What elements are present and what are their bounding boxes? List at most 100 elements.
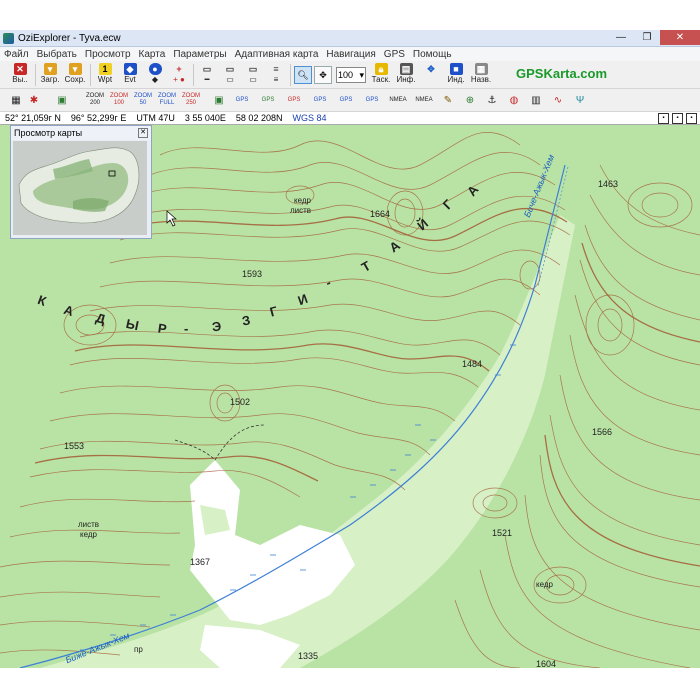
save-icon: ▾ — [68, 63, 82, 75]
show-icon-1: ▭ — [202, 64, 212, 74]
pan-tool-button[interactable]: ✥ — [314, 66, 332, 84]
menu-gps[interactable]: GPS — [380, 49, 409, 60]
save-button[interactable]: ▾ Сохр. — [63, 63, 87, 87]
zoom-level-select[interactable]: 100 ▾ — [336, 67, 366, 83]
gps-button-5[interactable]: GPS — [334, 92, 358, 108]
info-button[interactable]: ▤ Инф. — [394, 63, 418, 87]
indicator-button[interactable]: ■ Инд. — [444, 63, 468, 87]
status-icons: ▪ ▪ ▪ — [658, 112, 700, 124]
close-icon[interactable]: ✕ — [138, 128, 148, 138]
show-button-1[interactable]: ▭ ━ — [196, 63, 218, 87]
elevation-label: 1566 — [592, 427, 613, 437]
map-overview-panel[interactable]: Просмотр карты ✕ — [10, 125, 152, 239]
toolbar-separator — [90, 64, 91, 86]
forest-label: кедр — [294, 196, 311, 205]
gps-button-4[interactable]: GPS — [308, 92, 332, 108]
waypoint-icon: 1 — [98, 63, 112, 75]
gps-button-3[interactable]: GPS — [282, 92, 306, 108]
close-button[interactable]: ✕ — [660, 30, 700, 45]
show-icon-3: ▭ — [248, 64, 258, 74]
gps-device-button[interactable]: ▣ — [210, 92, 228, 108]
save-icon[interactable]: ▪ — [658, 112, 669, 124]
screen-icon[interactable]: ▪ — [686, 112, 697, 124]
track-tools-button[interactable]: + + ● — [168, 63, 190, 87]
antenna-button[interactable]: Ψ — [570, 92, 590, 108]
elevation-label: 1553 — [64, 441, 85, 451]
menu-file[interactable]: Файл — [0, 49, 33, 60]
map-view[interactable]: К А Д Ы Р - Э З Г И - Т А Й Г А 1463 166… — [0, 125, 700, 668]
arrows-icon: ✥ — [427, 64, 435, 74]
route-icon: ● — [148, 63, 162, 75]
range-name-letter: Р — [156, 320, 168, 337]
maximize-button[interactable]: ❐ — [634, 30, 660, 45]
compass-button[interactable]: ✱ — [26, 92, 42, 108]
menu-map[interactable]: Карта — [135, 49, 170, 60]
minimize-button[interactable]: — — [608, 30, 634, 45]
gps-button-6[interactable]: GPS — [360, 92, 384, 108]
event-icon: ◆ — [123, 63, 137, 75]
elevation-label: 1463 — [598, 179, 619, 189]
elevation-label: 1502 — [230, 397, 251, 407]
menu-view[interactable]: Просмотр — [81, 49, 135, 60]
waypoint-button[interactable]: 1 Wpt — [93, 63, 117, 87]
easting-readout: 3 55 040E — [184, 113, 226, 123]
anchor-button[interactable]: ⚓︎ — [482, 92, 502, 108]
target-button[interactable]: ⊕ — [460, 92, 480, 108]
show-button-4[interactable]: ≡ ≡ — [265, 63, 287, 87]
chart-button[interactable]: ▥ — [526, 92, 546, 108]
zoom-tool-button[interactable]: 🔍︎ — [294, 66, 312, 84]
name-button[interactable]: ▦ Назв. — [469, 63, 493, 87]
show-sub-icon-3: ▭ — [249, 75, 257, 84]
zoom-50-button[interactable]: ZOOM 50 — [132, 92, 154, 108]
menu-select[interactable]: Выбрать — [33, 49, 81, 60]
menu-navigation[interactable]: Навигация — [322, 49, 379, 60]
lifebuoy-button[interactable]: ◍ — [504, 92, 524, 108]
gps-button-2[interactable]: GPS — [256, 92, 280, 108]
app-icon — [3, 32, 14, 44]
print-icon[interactable]: ▪ — [672, 112, 683, 124]
menu-bar: Файл Выбрать Просмотр Карта Параметры Ад… — [0, 47, 700, 61]
zoom-250-button[interactable]: ZOOM 250 — [180, 92, 202, 108]
zoom-100-button[interactable]: ZOOM 100 — [108, 92, 130, 108]
gps-button-1[interactable]: GPS — [230, 92, 254, 108]
navigation-arrows-button[interactable]: ✥ — [419, 63, 443, 87]
zoom-full-button[interactable]: ZOOM FULL — [156, 92, 178, 108]
nmea-button-2[interactable]: NMEA — [412, 92, 436, 108]
exit-icon: ✕ — [13, 63, 27, 75]
route-button[interactable]: ● ◆ — [143, 63, 167, 87]
pen-button[interactable]: ✎ — [438, 92, 458, 108]
route-sub-icon: ◆ — [151, 75, 159, 84]
graph-button[interactable]: ∿ — [548, 92, 568, 108]
info-icon: ▤ — [399, 63, 413, 75]
overview-title: Просмотр карты — [14, 128, 83, 138]
tracking-button[interactable]: 🔒︎ Таск. — [369, 63, 393, 87]
forest-label: пр — [134, 645, 143, 654]
track-tools-icon: + — [176, 64, 182, 74]
zoom-200-button[interactable]: ZOOM 200 — [84, 92, 106, 108]
show-sub-icon-2: ▭ — [226, 75, 234, 84]
menu-help[interactable]: Помощь — [409, 49, 456, 60]
menu-parameters[interactable]: Параметры — [169, 49, 230, 60]
menu-adaptive-map[interactable]: Адаптивная карта — [231, 49, 323, 60]
exit-button[interactable]: ✕ Вы.. — [8, 63, 32, 87]
toolbar-separator — [290, 64, 291, 86]
toolbar-separator — [35, 64, 36, 86]
show-icon-2: ▭ — [225, 64, 235, 74]
event-button[interactable]: ◆ Evt — [118, 63, 142, 87]
nmea-button-1[interactable]: NMEA — [386, 92, 410, 108]
elevation-label: 1484 — [462, 359, 483, 369]
window-title: OziExplorer - Tyva.ecw — [18, 32, 121, 44]
layers-button[interactable]: ▣ — [52, 92, 72, 108]
northing-readout: 58 02 208N — [235, 113, 283, 123]
grid-button[interactable]: ▦ — [8, 92, 24, 108]
load-button[interactable]: ▾ Загр. — [38, 63, 62, 87]
window-controls: — ❐ ✕ — [608, 30, 700, 46]
show-button-3[interactable]: ▭ ▭ — [242, 63, 264, 87]
show-button-2[interactable]: ▭ ▭ — [219, 63, 241, 87]
show-sub-icon-4: ≡ — [273, 75, 279, 84]
hand-icon: ✥ — [319, 69, 327, 80]
show-icon-4: ≡ — [273, 64, 279, 74]
elevation-label: 1604 — [536, 659, 557, 668]
overview-minimap[interactable] — [13, 141, 147, 235]
app-window: OziExplorer - Tyva.ecw — ❐ ✕ Файл Выбрат… — [0, 30, 700, 668]
